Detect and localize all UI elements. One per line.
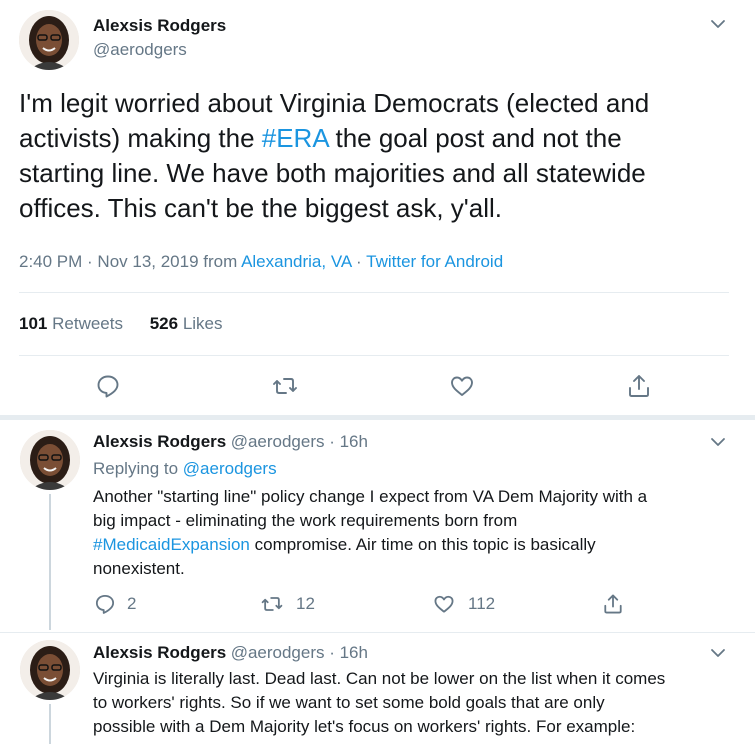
divider	[0, 632, 755, 633]
reply-text-line: nonexistent.	[93, 559, 185, 578]
tweet-text-line: activists) making the #ERA the goal post…	[19, 121, 739, 156]
retweet-button[interactable]	[271, 372, 299, 400]
author-name[interactable]: Alexsis Rodgers	[93, 16, 226, 36]
section-separator	[0, 415, 755, 420]
author-handle[interactable]: @aerodgers	[93, 40, 187, 60]
like-count: 526	[149, 314, 179, 333]
avatar[interactable]	[20, 430, 80, 490]
tweet-text-line: I'm legit worried about Virginia Democra…	[19, 88, 650, 118]
like-count: 112	[468, 594, 496, 613]
reply-text-line: possible with a Dem Majority let's focus…	[93, 717, 636, 736]
avatar[interactable]	[20, 640, 80, 700]
likes-stat[interactable]: 526 Likes	[150, 314, 223, 333]
like-button[interactable]	[448, 372, 476, 400]
retweet-count: 101	[19, 314, 48, 333]
reply-text-line: #MedicaidExpansion compromise. Air time …	[93, 533, 743, 557]
retweets-stat[interactable]: 101 Retweets	[19, 314, 123, 333]
share-button[interactable]	[601, 592, 625, 616]
reply-text: Another "starting line" policy change I …	[93, 485, 743, 581]
share-icon	[629, 375, 649, 397]
reply-text-line: Another "starting line" policy change I …	[93, 487, 648, 506]
tweet-text-segment: activists) making the	[19, 123, 262, 153]
reply-text-line: to workers' rights. So if we want to set…	[93, 693, 605, 712]
retweet-button[interactable]: 12	[260, 592, 315, 616]
like-button[interactable]: 112	[432, 592, 495, 616]
reply-text: Virginia is literally last. Dead last. C…	[93, 667, 748, 739]
reply-text-segment: compromise. Air time on this topic is ba…	[249, 535, 596, 554]
share-icon	[604, 594, 622, 614]
avatar[interactable]	[19, 10, 79, 70]
location-link[interactable]: Alexandria, VA	[241, 252, 351, 271]
like-icon	[451, 376, 473, 396]
author-name[interactable]: Alexsis Rodgers	[93, 643, 226, 662]
chevron-down-icon[interactable]	[708, 643, 728, 668]
author-name[interactable]: Alexsis Rodgers	[93, 432, 226, 451]
chevron-down-icon[interactable]	[708, 432, 728, 457]
engagement-stats: 101 Retweets 526 Likes	[19, 314, 223, 334]
divider	[19, 355, 729, 356]
author-handle[interactable]: @aerodgers · 16h	[231, 643, 368, 662]
reply-button[interactable]	[94, 372, 122, 400]
retweet-icon	[273, 378, 297, 394]
reply-count: 2	[127, 594, 137, 613]
timestamp[interactable]: 2:40 PM · Nov 13, 2019 from	[19, 252, 241, 271]
share-button[interactable]	[625, 372, 653, 400]
thread-line	[49, 494, 51, 630]
thread-line	[49, 704, 51, 744]
reply-text-line: big impact - eliminating the work requir…	[93, 511, 518, 530]
source-link[interactable]: Twitter for Android	[366, 252, 503, 271]
reply-header: Alexsis Rodgers @aerodgers · 16h	[93, 643, 368, 663]
tweet-text-line: starting line. We have both majorities a…	[19, 158, 646, 188]
replying-to: Replying to @aerodgers	[93, 459, 277, 479]
retweet-count: 12	[296, 594, 315, 613]
hashtag-link[interactable]: #ERA	[262, 123, 329, 153]
reply-header: Alexsis Rodgers @aerodgers · 16h	[93, 432, 368, 452]
retweet-icon	[261, 597, 283, 611]
tweet-meta: 2:40 PM · Nov 13, 2019 from Alexandria, …	[19, 252, 503, 272]
hashtag-link[interactable]: #MedicaidExpansion	[93, 535, 250, 554]
reply-text-line: Virginia is literally last. Dead last. C…	[93, 669, 666, 688]
reply-icon	[95, 594, 115, 614]
replying-handle-link[interactable]: @aerodgers	[183, 459, 277, 478]
chevron-down-icon[interactable]	[708, 14, 728, 39]
divider	[19, 292, 729, 293]
tweet-text-segment: the goal post and not the	[328, 123, 622, 153]
tweet-text: I'm legit worried about Virginia Democra…	[19, 86, 739, 226]
tweet-text-line: offices. This can't be the biggest ask, …	[19, 193, 503, 223]
replying-label: Replying to	[93, 459, 183, 478]
meta-separator: ·	[351, 252, 367, 271]
like-label: Likes	[182, 314, 223, 333]
retweet-label: Retweets	[52, 314, 123, 333]
author-handle[interactable]: @aerodgers · 16h	[231, 432, 368, 451]
reply-button[interactable]: 2	[93, 592, 136, 616]
like-icon	[434, 595, 454, 613]
reply-icon	[97, 375, 119, 398]
